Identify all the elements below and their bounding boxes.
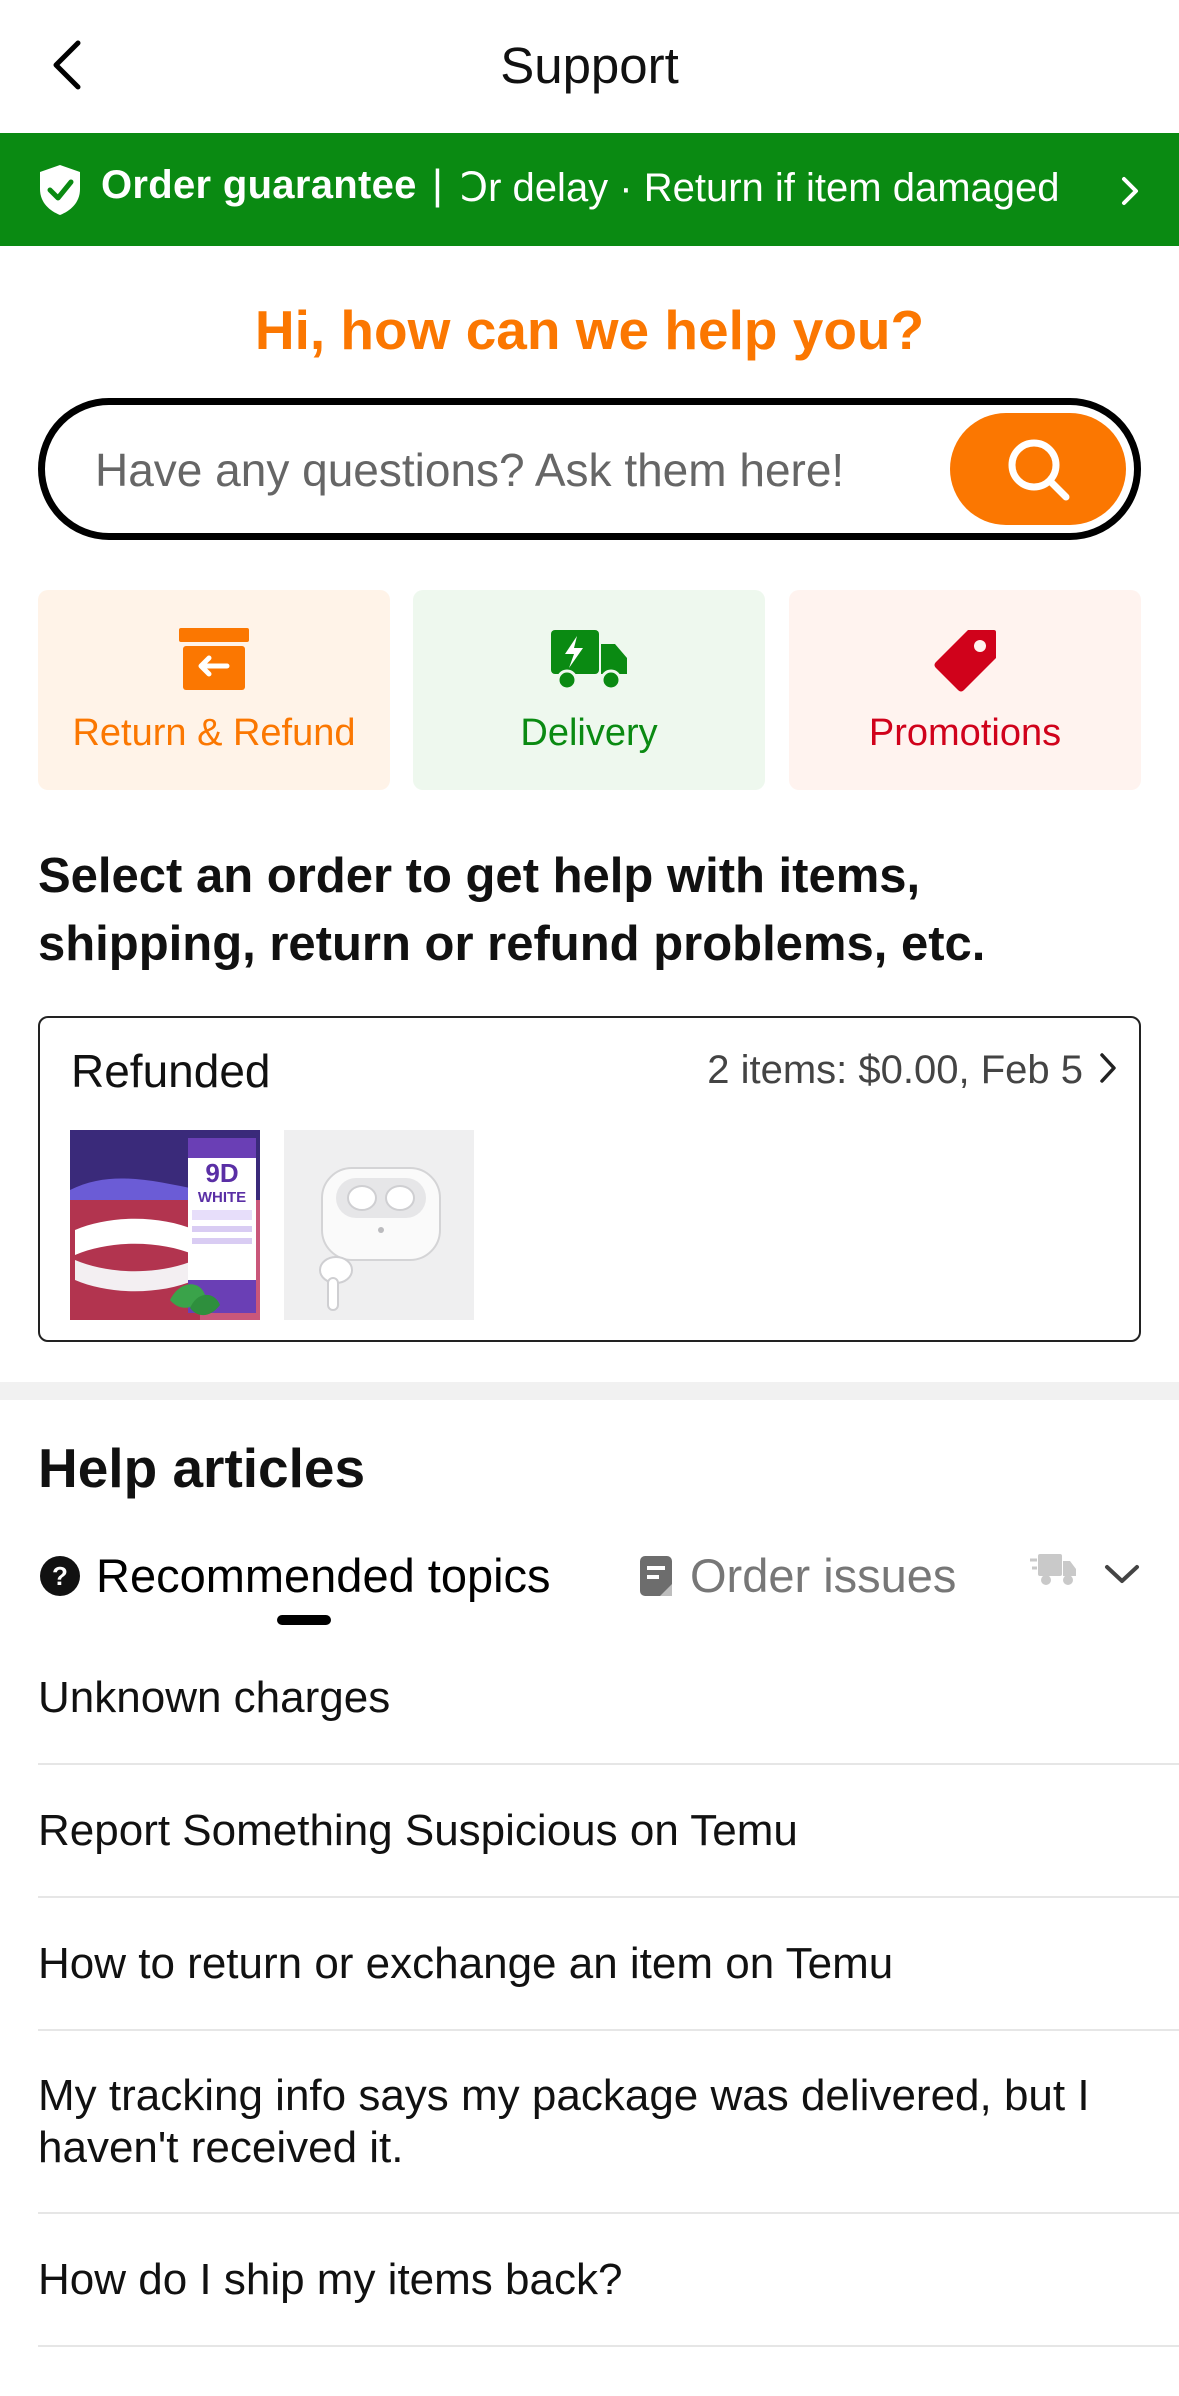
section-divider xyxy=(0,1382,1179,1400)
list-item[interactable]: How to return or exchange an item on Tem… xyxy=(38,1898,1179,2031)
packaging-label: WHITE xyxy=(198,1189,246,1206)
list-item[interactable]: Report Something Suspicious on Temu xyxy=(38,1765,1179,1898)
search-button[interactable] xyxy=(950,413,1126,525)
help-articles-heading: Help articles xyxy=(38,1437,366,1499)
box-return-icon xyxy=(179,628,249,690)
top-bar: Support xyxy=(0,0,1179,133)
promotions-tile[interactable]: Promotions xyxy=(789,590,1141,790)
truck-fast-icon xyxy=(1030,1554,1076,1585)
list-item[interactable]: How do I ship my items back? xyxy=(38,2214,1179,2347)
article-title: How to return or exchange an item on Tem… xyxy=(38,1938,894,1988)
delivery-tile[interactable]: Delivery xyxy=(413,590,765,790)
tab-label: Recommended topics xyxy=(96,1549,551,1602)
banner-message: Ↄr delay · Return if item damaged xyxy=(460,166,1060,210)
earbuds-product-image xyxy=(284,1130,474,1320)
order-summary: 2 items: $0.00, Feb 5 xyxy=(707,1048,1083,1092)
banner-separator: | xyxy=(432,161,443,208)
truck-icon xyxy=(551,630,627,691)
svg-text:?: ? xyxy=(52,1561,68,1591)
product-thumbnail-toothpaste[interactable]: 9D WHITE xyxy=(70,1130,260,1320)
tab-recommended-topics[interactable]: ? Recommended topics xyxy=(38,1548,551,1603)
tab-shipping[interactable] xyxy=(1030,1548,1092,1588)
article-list: Unknown charges Report Something Suspici… xyxy=(38,1632,1179,2347)
greeting-heading: Hi, how can we help you? xyxy=(254,299,925,361)
order-guarantee-banner[interactable]: Order guarantee | Ↄr delay · Return if i… xyxy=(0,133,1179,246)
chevron-right-icon xyxy=(1122,177,1138,205)
return-refund-tile[interactable]: Return & Refund xyxy=(38,590,390,790)
list-item[interactable]: Unknown charges xyxy=(38,1632,1179,1765)
article-title: Unknown charges xyxy=(38,1672,391,1722)
tag-icon xyxy=(934,630,996,692)
tile-label: Delivery xyxy=(520,712,658,754)
tile-label: Promotions xyxy=(868,712,1062,754)
search-icon xyxy=(1008,439,1070,501)
article-title: How do I ship my items back? xyxy=(38,2254,623,2304)
banner-title: Order guarantee xyxy=(101,163,417,207)
shield-check-icon xyxy=(40,165,80,215)
tab-order-issues[interactable]: Order issues xyxy=(636,1548,956,1603)
list-item[interactable]: My tracking info says my package was del… xyxy=(38,2031,1179,2214)
question-icon: ? xyxy=(40,1555,80,1596)
document-icon xyxy=(640,1555,672,1596)
tile-label: Return & Refund xyxy=(72,712,356,754)
order-status: Refunded xyxy=(71,1045,271,1097)
chevron-right-icon xyxy=(1100,1053,1116,1083)
tab-label: Order issues xyxy=(690,1549,957,1602)
product-thumbnail-earbuds[interactable] xyxy=(284,1130,474,1320)
chevron-down-icon xyxy=(1105,1565,1139,1583)
support-page: Support Order guarantee | Ↄr delay · Ret… xyxy=(0,0,1179,2396)
article-title: Report Something Suspicious on Temu xyxy=(38,1805,798,1855)
order-section-heading: Select an order to get help with items, … xyxy=(38,849,986,971)
search-input[interactable] xyxy=(95,435,935,505)
active-tab-indicator xyxy=(277,1615,331,1625)
toothpaste-product-image: 9D WHITE xyxy=(70,1130,260,1320)
order-card[interactable]: Refunded 2 items: $0.00, Feb 5 9D WHITE xyxy=(38,1016,1141,1342)
tabs-dropdown-button[interactable] xyxy=(1092,1554,1152,1594)
search-bar xyxy=(38,398,1141,540)
page-title: Support xyxy=(500,37,679,94)
packaging-label: 9D xyxy=(205,1158,238,1188)
article-title: My tracking info says my package was del… xyxy=(38,2070,1090,2172)
